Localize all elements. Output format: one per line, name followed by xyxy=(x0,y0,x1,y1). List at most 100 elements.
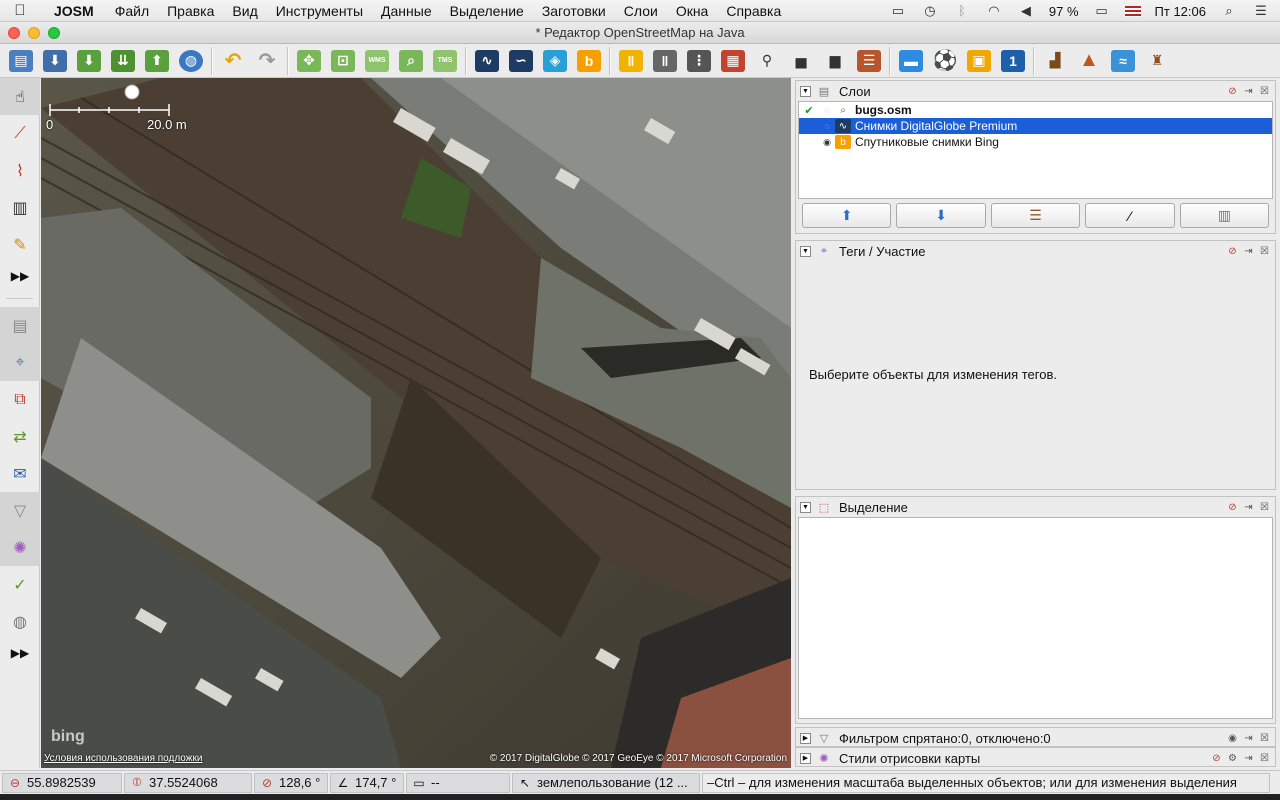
number-preset-button[interactable]: 1 xyxy=(996,46,1030,76)
menu-tools[interactable]: Инструменты xyxy=(267,3,372,19)
panel-detach-icon[interactable]: ⇥ xyxy=(1242,753,1255,764)
visibility-on-icon[interactable]: ◉ xyxy=(819,137,835,148)
time-machine-icon[interactable]: ◷ xyxy=(921,4,939,18)
battery-percent[interactable]: 97 % xyxy=(1049,4,1079,19)
apple-menu-icon[interactable]:  xyxy=(0,2,40,19)
industrial-preset-button[interactable]: ▟ xyxy=(1038,46,1072,76)
peak-preset-button[interactable]: ▲ xyxy=(1072,46,1106,76)
railway-preset-button[interactable]: ☰ xyxy=(852,46,886,76)
toggle-relations-button[interactable]: ⧉ xyxy=(0,381,40,418)
shop-preset-button[interactable]: ▣ xyxy=(962,46,996,76)
toggle-validator-button[interactable]: ✓ xyxy=(0,566,40,603)
toggle-tags-button[interactable]: ⌖ xyxy=(0,344,40,381)
menu-selection[interactable]: Выделение xyxy=(441,3,533,19)
extrude-tool-button[interactable]: ▥ xyxy=(0,189,40,226)
collapse-triangle-icon[interactable]: ▼ xyxy=(800,501,811,513)
highway-preset-button[interactable]: ‖ xyxy=(614,46,648,76)
more-tools-button[interactable]: ▶▶ xyxy=(0,263,40,289)
window-zoom-button[interactable] xyxy=(48,27,60,39)
wifi-icon[interactable]: ◠ xyxy=(985,4,1003,18)
undo-button[interactable]: ↶ xyxy=(216,46,250,76)
toggle-visibility-button[interactable]: ⁄ xyxy=(1085,203,1175,228)
car-preset-button[interactable]: ▅ xyxy=(784,46,818,76)
combine-way-button[interactable]: ∽ xyxy=(504,46,538,76)
panel-close-icon[interactable]: ☒ xyxy=(1258,753,1271,764)
download-button[interactable]: ⬇ xyxy=(72,46,106,76)
improve-way-tool-button[interactable]: ⌇ xyxy=(0,152,40,189)
menu-layers[interactable]: Слои xyxy=(615,3,667,19)
panel-detach-icon[interactable]: ⇥ xyxy=(1242,246,1255,257)
window-minimize-button[interactable] xyxy=(28,27,40,39)
zoom-to-selection-button[interactable]: ⊡ xyxy=(326,46,360,76)
menu-file[interactable]: Файл xyxy=(106,3,158,19)
layer-row-bing[interactable]: ◉ b Спутниковые снимки Bing xyxy=(799,134,1272,150)
map-styles-panel-header[interactable]: ▶ ✺ Стили отрисовки карты ⊘ ⚙ ⇥ ☒ xyxy=(796,748,1275,768)
tms-button[interactable]: TMS xyxy=(428,46,462,76)
save-button[interactable]: ⬇ xyxy=(38,46,72,76)
bus-preset-button[interactable]: ▆ xyxy=(818,46,852,76)
redo-button[interactable]: ↷ xyxy=(250,46,284,76)
selection-list[interactable] xyxy=(798,517,1273,719)
pencil-tool-button[interactable]: ✎ xyxy=(0,226,40,263)
toggle-map-styles-button[interactable]: ✺ xyxy=(0,529,40,566)
castle-preset-button[interactable]: ♜ xyxy=(1140,46,1174,76)
display-icon[interactable]: ▭ xyxy=(889,4,907,18)
delete-layer-button[interactable]: ▥ xyxy=(1179,203,1270,228)
panel-close-icon[interactable]: ☒ xyxy=(1258,733,1271,744)
panel-sticky-icon[interactable]: ⊘ xyxy=(1210,753,1223,764)
draw-tool-button[interactable]: ⟋ xyxy=(0,115,40,152)
panel-settings-icon[interactable]: ⚙ xyxy=(1226,753,1239,764)
spotlight-search-icon[interactable]: ⌕ xyxy=(1220,4,1238,18)
collapse-triangle-icon[interactable]: ▼ xyxy=(800,245,811,257)
map-view[interactable]: 0 20.0 m bing Условия использования подл… xyxy=(41,78,791,768)
toggle-filter-button[interactable]: ▽ xyxy=(0,492,40,529)
selection-panel-header[interactable]: ▼ ⬚ Выделение ⊘ ⇥ ☒ xyxy=(796,497,1275,517)
zoom-slider-knob[interactable] xyxy=(124,84,140,100)
active-check-icon[interactable]: ✔ xyxy=(799,104,819,117)
tags-panel-header[interactable]: ▼ ⌖ Теги / Участие ⊘ ⇥ ☒ xyxy=(796,241,1275,261)
menubar-clock[interactable]: Пт 12:06 xyxy=(1155,4,1206,19)
split-way-button[interactable]: ∿ xyxy=(470,46,504,76)
wms-button[interactable]: WMS xyxy=(360,46,394,76)
expand-triangle-icon[interactable]: ▶ xyxy=(800,752,811,764)
panel-sticky-icon[interactable]: ⊘ xyxy=(1226,502,1239,513)
panel-detach-icon[interactable]: ⇥ xyxy=(1242,502,1255,513)
zoom-to-data-button[interactable]: ✥ xyxy=(292,46,326,76)
activate-layer-button[interactable]: ☰ xyxy=(990,203,1081,228)
layer-row-bugs[interactable]: ✔ ◌ ⌕ bugs.osm xyxy=(799,102,1272,118)
collapse-triangle-icon[interactable]: ▼ xyxy=(800,85,811,97)
sport-preset-button[interactable]: ⚽ xyxy=(928,46,962,76)
waterway-preset-button[interactable]: ≈ xyxy=(1106,46,1140,76)
bicycle-preset-button[interactable]: ⚲ xyxy=(750,46,784,76)
download-osm-button[interactable]: ⇊ xyxy=(106,46,140,76)
notification-center-icon[interactable]: ☰ xyxy=(1252,4,1270,18)
panel-sticky-icon[interactable]: ⊘ xyxy=(1226,246,1239,257)
expand-triangle-icon[interactable]: ▶ xyxy=(800,732,811,744)
menu-help[interactable]: Справка xyxy=(717,3,790,19)
menu-data[interactable]: Данные xyxy=(372,3,441,19)
volume-icon[interactable]: ◀ xyxy=(1017,4,1035,18)
move-layer-up-button[interactable]: ⬆ xyxy=(802,203,892,228)
menu-presets[interactable]: Заготовки xyxy=(533,3,615,19)
battery-icon[interactable]: ▭ xyxy=(1093,4,1111,18)
panel-detach-icon[interactable]: ⇥ xyxy=(1242,733,1255,744)
more-dialogs-button[interactable]: ▶▶ xyxy=(0,640,40,666)
layer-row-digitalglobe[interactable]: ◌ ∿ Снимки DigitalGlobe Premium xyxy=(799,118,1272,134)
imagery-terms-link[interactable]: Условия использования подложки xyxy=(44,753,202,764)
upload-button[interactable]: ⬆ xyxy=(140,46,174,76)
visibility-off-icon[interactable]: ◌ xyxy=(819,105,835,115)
menu-windows[interactable]: Окна xyxy=(667,3,718,19)
globe-button[interactable]: ◍ xyxy=(174,46,208,76)
toggle-wikipedia-button[interactable]: ◍ xyxy=(0,603,40,640)
layers-panel-header[interactable]: ▼ ▤ Слои ⊘ ⇥ ☒ xyxy=(796,81,1275,101)
traffic-light-preset-button[interactable]: ⋮ xyxy=(682,46,716,76)
move-layer-down-button[interactable]: ⬇ xyxy=(896,203,986,228)
open-file-button[interactable]: ▤ xyxy=(4,46,38,76)
menu-edit[interactable]: Правка xyxy=(158,3,223,19)
select-tool-button[interactable]: ☝ xyxy=(0,78,40,115)
barrier-preset-button[interactable]: ▦ xyxy=(716,46,750,76)
panel-detach-icon[interactable]: ⇥ xyxy=(1242,86,1255,97)
visibility-off-icon[interactable]: ◌ xyxy=(819,121,835,131)
bing-button[interactable]: b xyxy=(572,46,606,76)
road-preset-button[interactable]: ‖ xyxy=(648,46,682,76)
